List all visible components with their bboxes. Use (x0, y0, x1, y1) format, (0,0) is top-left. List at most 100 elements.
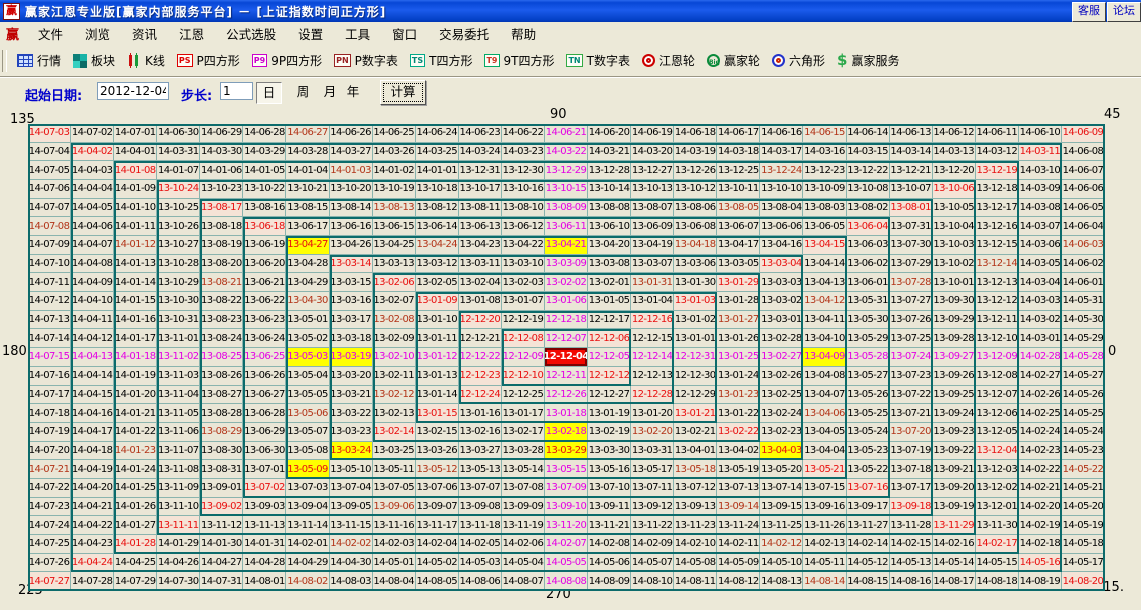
date-cell: 13-02-27 (760, 348, 803, 367)
date-cell: 13-09-06 (373, 498, 416, 517)
menu-item-formula[interactable]: 公式选股 (215, 22, 287, 45)
date-cell: 13-12-01 (976, 498, 1019, 517)
date-cell: 14-08-14 (803, 572, 846, 591)
date-cell: 13-02-19 (588, 423, 631, 442)
date-cell: 13-04-19 (631, 236, 674, 255)
date-cell: 14-06-25 (373, 124, 416, 143)
toolbar-item-t-number[interactable]: TN T数字表 (560, 50, 636, 71)
date-cell: 13-03-14 (330, 255, 373, 274)
date-cell: 13-01-22 (717, 404, 760, 423)
period-week-button[interactable]: 周 (291, 82, 315, 102)
date-cell: 13-11-06 (157, 423, 200, 442)
forum-button[interactable]: 论坛 (1107, 2, 1141, 22)
date-cell: 12-12-20 (459, 311, 502, 330)
date-cell: 14-05-28 (1062, 348, 1105, 367)
toolbar-item-p-number[interactable]: PN P数字表 (328, 50, 404, 71)
date-cell: 13-09-19 (933, 498, 976, 517)
date-cell: 14-01-08 (114, 161, 157, 180)
date-cell: 13-06-10 (588, 217, 631, 236)
date-cell: 13-06-30 (243, 442, 286, 461)
date-cell: 13-01-18 (545, 404, 588, 423)
date-cell: 13-04-16 (760, 236, 803, 255)
date-cell: 12-12-12 (588, 367, 631, 386)
menu-item-gann[interactable]: 江恩 (168, 22, 215, 45)
date-cell: 14-07-01 (114, 124, 157, 143)
customer-service-button[interactable]: 客服 (1072, 2, 1106, 22)
date-cell: 14-01-06 (200, 161, 243, 180)
date-cell: 13-11-26 (803, 516, 846, 535)
period-year-button[interactable]: 年 (341, 82, 365, 102)
date-cell: 13-01-30 (674, 273, 717, 292)
date-cell: 14-05-14 (933, 554, 976, 573)
dollar-icon: $ (837, 53, 847, 68)
date-cell: 13-12-26 (674, 161, 717, 180)
date-cell: 14-02-11 (717, 535, 760, 554)
date-cell: 14-08-15 (847, 572, 890, 591)
date-cell: 13-05-19 (717, 460, 760, 479)
date-cell: 13-04-01 (674, 442, 717, 461)
menu-item-window[interactable]: 窗口 (381, 22, 428, 45)
date-cell: 14-02-05 (459, 535, 502, 554)
date-cell: 13-06-27 (243, 386, 286, 405)
date-cell: 14-03-10 (1019, 161, 1062, 180)
date-cell: 13-08-24 (200, 329, 243, 348)
date-cell: 14-06-10 (1019, 124, 1062, 143)
date-cell: 13-05-06 (286, 404, 329, 423)
date-cell: 13-11-18 (459, 516, 502, 535)
date-cell: 13-09-15 (760, 498, 803, 517)
date-cell: 13-09-23 (933, 423, 976, 442)
date-cell: 14-05-19 (1062, 516, 1105, 535)
menu-item-news[interactable]: 资讯 (121, 22, 168, 45)
date-cell: 13-06-12 (502, 217, 545, 236)
date-cell: 13-04-14 (803, 255, 846, 274)
date-cell: 13-10-02 (933, 255, 976, 274)
toolbar-item-label: 行情 (37, 52, 61, 69)
toolbar-item-blocks[interactable]: 板块 (67, 50, 121, 71)
date-cell: 13-09-21 (933, 460, 976, 479)
toolbar-item-gann-wheel[interactable]: 江恩轮 (636, 50, 701, 71)
toolbar-item-t-square[interactable]: TS T四方形 (404, 50, 479, 71)
toolbar-item-winner-wheel[interactable]: Big 赢家轮 (701, 50, 766, 71)
date-cell: 14-08-20 (1062, 572, 1105, 591)
date-cell: 14-04-18 (71, 442, 114, 461)
date-cell: 13-10-12 (674, 180, 717, 199)
toolbar-item-9p-square[interactable]: P9 9P四方形 (246, 50, 328, 71)
date-cell: 13-11-08 (157, 460, 200, 479)
date-cell: 13-02-16 (459, 423, 502, 442)
date-cell: 13-03-06 (674, 255, 717, 274)
menu-item-trade[interactable]: 交易委托 (428, 22, 500, 45)
date-cell: 14-08-19 (1019, 572, 1062, 591)
toolbar-item-kline[interactable]: K线 (121, 50, 171, 71)
toolbar-item-p-square[interactable]: PS P四方形 (171, 50, 246, 71)
date-cell: 13-12-08 (976, 367, 1019, 386)
toolbar-item-9t-square[interactable]: T9 9T四方形 (478, 50, 560, 71)
date-cell: 13-07-10 (588, 479, 631, 498)
date-cell: 13-12-27 (631, 161, 674, 180)
period-month-button[interactable]: 月 (318, 82, 342, 102)
date-cell: 14-02-08 (588, 535, 631, 554)
date-cell: 14-05-27 (1062, 367, 1105, 386)
date-cell: 13-06-01 (847, 273, 890, 292)
toolbar-item-quotes[interactable]: 行情 (11, 50, 67, 71)
date-cell: 13-03-02 (760, 292, 803, 311)
start-date-input[interactable] (97, 82, 169, 100)
date-cell: 14-03-23 (502, 143, 545, 162)
menu-item-file[interactable]: 文件 (27, 22, 74, 45)
period-day-button[interactable]: 日 (256, 82, 282, 104)
date-cell: 14-01-27 (114, 516, 157, 535)
date-cell: 14-05-04 (502, 554, 545, 573)
toolbar-item-hexagon[interactable]: 六角形 (766, 50, 831, 71)
toolbar-item-winner-service[interactable]: $ 赢家服务 (831, 50, 905, 71)
date-cell: 14-07-10 (28, 255, 71, 274)
date-cell: 14-01-14 (114, 273, 157, 292)
menu-item-browse[interactable]: 浏览 (74, 22, 121, 45)
menu-item-settings[interactable]: 设置 (287, 22, 334, 45)
date-cell: 13-07-25 (890, 329, 933, 348)
toolbar-item-label: P四方形 (197, 52, 240, 69)
menu-item-help[interactable]: 帮助 (500, 22, 547, 45)
step-input[interactable] (220, 82, 253, 100)
menu-item-tools[interactable]: 工具 (334, 22, 381, 45)
date-cell: 13-09-24 (933, 404, 976, 423)
date-cell: 13-02-13 (373, 404, 416, 423)
calculate-button[interactable]: 计算 (380, 80, 426, 105)
